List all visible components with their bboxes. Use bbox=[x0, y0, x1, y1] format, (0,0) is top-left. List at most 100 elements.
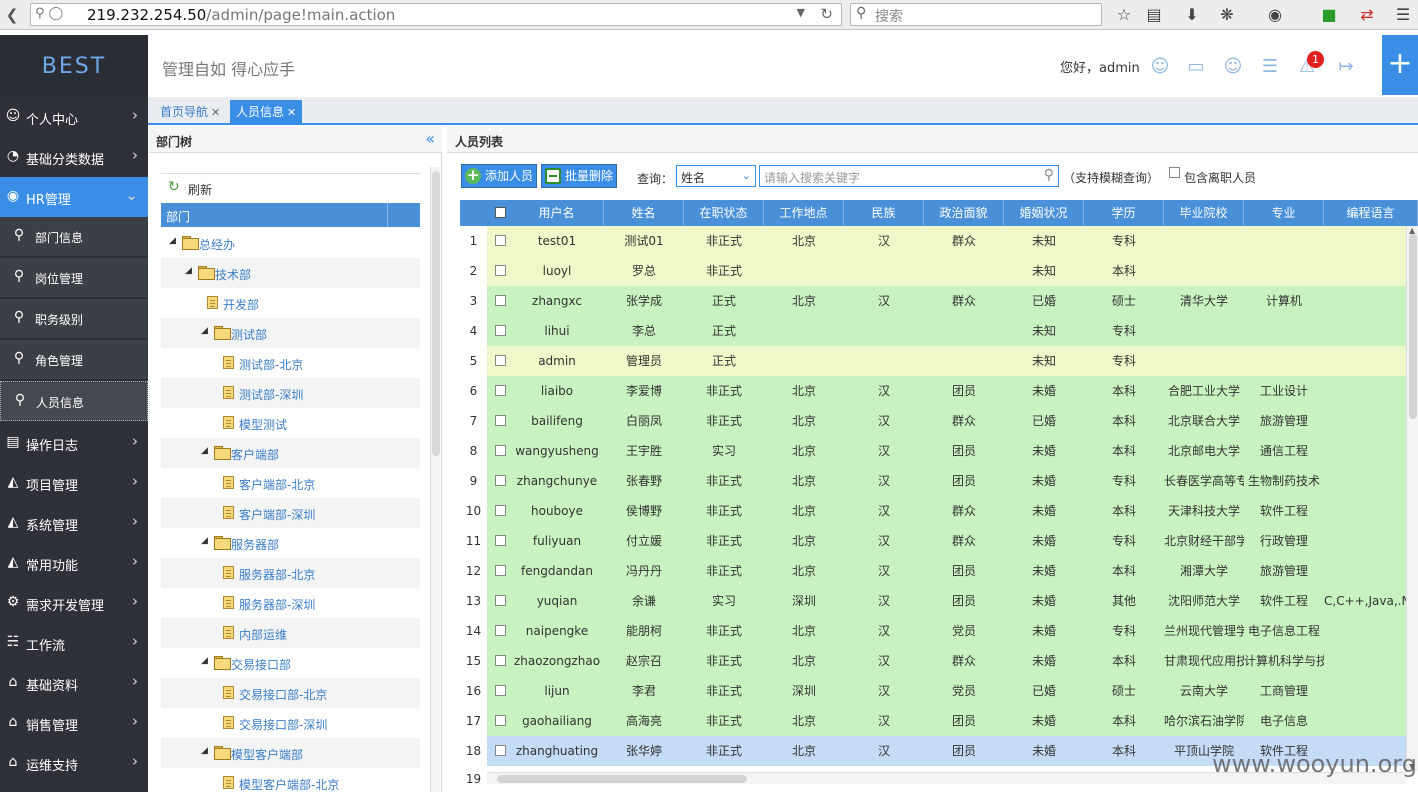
row-body[interactable]: lihui 李总 正式 未知 专科 bbox=[487, 316, 1406, 346]
tree-node[interactable]: ◢ 模型客户端部 bbox=[161, 738, 420, 768]
tab-home-nav[interactable]: 首页导航 ✕ bbox=[154, 100, 226, 125]
sidebar-item-requirement-dev[interactable]: ⚙ 需求开发管理 › bbox=[0, 583, 148, 623]
row-checkbox[interactable] bbox=[495, 475, 506, 486]
table-row[interactable]: 10 houboye 侯博野 非正式 北京 汉 群众 未婚 本科 天津科技大学 软件工程 bbox=[460, 496, 1406, 526]
row-checkbox[interactable] bbox=[495, 715, 506, 726]
tree-node[interactable]: 服务器部-深圳 bbox=[161, 588, 420, 618]
tree-node[interactable]: ◢ 客户端部 bbox=[161, 438, 420, 468]
row-checkbox[interactable] bbox=[495, 295, 506, 306]
close-icon[interactable]: ✕ bbox=[287, 106, 296, 119]
tree-node[interactable]: 模型测试 bbox=[161, 408, 420, 438]
extension-icon[interactable]: ❋ bbox=[1216, 4, 1238, 26]
row-body[interactable]: zhangchunye 张春野 非正式 北京 汉 团员 未婚 专科 长春医学高等专 生物制药技术 bbox=[487, 466, 1406, 496]
column-header[interactable]: 学历 bbox=[1084, 200, 1164, 226]
tree-node[interactable]: 客户端部-深圳 bbox=[161, 498, 420, 528]
table-row[interactable]: 15 zhaozongzhao 赵宗召 非正式 北京 汉 群众 未婚 本科 甘肃现代应用技 计算机科… bbox=[460, 646, 1406, 676]
table-row[interactable]: 1 test01 测试01 非正式 北京 汉 群众 未知 专科 bbox=[460, 226, 1406, 256]
row-body[interactable]: naipengke 能朋柯 非正式 北京 汉 党员 未婚 专科 兰州现代管理学 电子信息工程 bbox=[487, 616, 1406, 646]
row-checkbox[interactable] bbox=[495, 685, 506, 696]
sidebar-sub-item-department[interactable]: ⚲ 部门信息 bbox=[0, 217, 148, 257]
column-header[interactable]: 编程语言 bbox=[1324, 200, 1418, 226]
table-row[interactable]: 5 admin 管理员 正式 未知 专科 bbox=[460, 346, 1406, 376]
add-button[interactable]: + bbox=[1382, 35, 1418, 95]
row-checkbox[interactable] bbox=[495, 235, 506, 246]
sidebar-item-workflow[interactable]: ☵ 工作流 › bbox=[0, 623, 148, 663]
sidebar-item-operation-log[interactable]: ▤ 操作日志 › bbox=[0, 423, 148, 463]
sidebar-item-project[interactable]: ◭ 项目管理 › bbox=[0, 463, 148, 503]
row-body[interactable]: houboye 侯博野 非正式 北京 汉 群众 未婚 本科 天津科技大学 软件工程 bbox=[487, 496, 1406, 526]
column-header[interactable]: 在职状态 bbox=[684, 200, 764, 226]
table-row[interactable]: 17 gaohailiang 高海亮 非正式 北京 汉 团员 未婚 本科 哈尔滨石油学院 电子信息 bbox=[460, 706, 1406, 736]
tree-node[interactable]: 交易接口部-深圳 bbox=[161, 708, 420, 738]
row-checkbox[interactable] bbox=[495, 595, 506, 606]
sidebar-item-ops-support[interactable]: ⌂ 运维支持 › bbox=[0, 743, 148, 783]
profile-icon[interactable]: ☺ bbox=[1221, 55, 1245, 79]
clipboard-icon[interactable]: ▤ bbox=[1143, 4, 1165, 26]
search-input[interactable]: 请输入搜索关键字 ⚲ bbox=[759, 165, 1059, 187]
query-field-select[interactable]: 姓名 ⌄ bbox=[676, 165, 756, 187]
table-row[interactable]: 4 lihui 李总 正式 未知 专科 bbox=[460, 316, 1406, 346]
tree-node[interactable]: ◢ 测试部 bbox=[161, 318, 420, 348]
table-row[interactable]: 13 yuqian 余谦 实习 深圳 汉 团员 未婚 其他 沈阳师范大学 软件工程 C,C++,Jav… bbox=[460, 586, 1406, 616]
tree-node[interactable]: ◢ 总经办 bbox=[161, 228, 420, 258]
list-icon[interactable]: ☰ bbox=[1258, 55, 1282, 79]
sidebar-item-system[interactable]: ◭ 系统管理 › bbox=[0, 503, 148, 543]
scrollbar-thumb[interactable] bbox=[1409, 234, 1417, 419]
back-icon[interactable]: ❮ bbox=[2, 5, 22, 25]
tree-node[interactable]: ◢ 服务器部 bbox=[161, 528, 420, 558]
sidebar-sub-item-role[interactable]: ⚲ 角色管理 bbox=[0, 340, 148, 380]
expand-toggle-icon[interactable]: ◢ bbox=[201, 656, 208, 666]
row-checkbox[interactable] bbox=[495, 565, 506, 576]
table-row[interactable]: 7 bailifeng 白丽凤 非正式 北京 汉 群众 已婚 本科 北京联合大学 旅游管理 bbox=[460, 406, 1406, 436]
sidebar-item-basic-data[interactable]: ◔ 基础分类数据 › bbox=[0, 137, 148, 177]
refresh-button[interactable]: ↻ 刷新 bbox=[161, 173, 420, 201]
tree-node[interactable]: 内部运维 bbox=[161, 618, 420, 648]
table-row[interactable]: 6 liaibo 李爱博 非正式 北京 汉 团员 未婚 本科 合肥工业大学 工业设计 bbox=[460, 376, 1406, 406]
row-checkbox[interactable] bbox=[495, 265, 506, 276]
row-body[interactable]: lijun 李君 非正式 深圳 汉 党员 已婚 硕士 云南大学 工商管理 bbox=[487, 676, 1406, 706]
tree-node[interactable]: 开发部 bbox=[161, 288, 420, 318]
sidebar-item-common-functions[interactable]: ◭ 常用功能 › bbox=[0, 543, 148, 583]
include-resigned-checkbox[interactable] bbox=[1169, 167, 1180, 178]
column-header[interactable]: 工作地点 bbox=[764, 200, 844, 226]
row-checkbox[interactable] bbox=[495, 385, 506, 396]
expand-toggle-icon[interactable]: ◢ bbox=[201, 446, 208, 456]
search-icon[interactable]: ⚲ bbox=[1044, 167, 1054, 183]
menu-icon[interactable]: ☰ bbox=[1392, 4, 1414, 26]
add-person-button[interactable]: + 添加人员 bbox=[461, 164, 537, 188]
table-row[interactable]: 11 fuliyuan 付立媛 非正式 北京 汉 群众 未婚 专科 北京财经干部学 行政管理 bbox=[460, 526, 1406, 556]
table-row[interactable]: 8 wangyusheng 王宇胜 实习 北京 汉 团员 未婚 本科 北京邮电大学 通信工程 bbox=[460, 436, 1406, 466]
row-body[interactable]: fuliyuan 付立媛 非正式 北京 汉 群众 未婚 专科 北京财经干部学 行政管理 bbox=[487, 526, 1406, 556]
row-body[interactable]: fengdandan 冯丹丹 非正式 北京 汉 团员 未婚 本科 湘潭大学 旅游管理 bbox=[487, 556, 1406, 586]
tree-node[interactable]: ◢ 技术部 bbox=[161, 258, 420, 288]
batch-delete-button[interactable]: 批量删除 bbox=[541, 164, 617, 188]
row-checkbox[interactable] bbox=[495, 355, 506, 366]
sidebar-sub-item-personnel[interactable]: ⚲ 人员信息 bbox=[0, 381, 148, 421]
expand-toggle-icon[interactable]: ◢ bbox=[201, 536, 208, 546]
row-body[interactable]: gaohailiang 高海亮 非正式 北京 汉 团员 未婚 本科 哈尔滨石油学院 电子信息 bbox=[487, 706, 1406, 736]
sidebar-item-sales[interactable]: ⌂ 销售管理 › bbox=[0, 703, 148, 743]
tree-node[interactable]: 客户端部-北京 bbox=[161, 468, 420, 498]
sidebar-item-basic-info[interactable]: ⌂ 基础资料 › bbox=[0, 663, 148, 703]
column-header[interactable]: 用户名 bbox=[510, 200, 604, 226]
row-body[interactable]: admin 管理员 正式 未知 专科 bbox=[487, 346, 1406, 376]
row-checkbox[interactable] bbox=[495, 745, 506, 756]
row-checkbox[interactable] bbox=[495, 415, 506, 426]
globe-icon[interactable]: ◉ bbox=[1264, 4, 1286, 26]
row-checkbox[interactable] bbox=[495, 535, 506, 546]
close-icon[interactable]: ✕ bbox=[211, 106, 220, 119]
row-body[interactable]: test01 测试01 非正式 北京 汉 群众 未知 专科 bbox=[487, 226, 1406, 256]
tree-node[interactable]: 测试部-北京 bbox=[161, 348, 420, 378]
tree-node[interactable]: ◢ 交易接口部 bbox=[161, 648, 420, 678]
row-checkbox[interactable] bbox=[495, 655, 506, 666]
tree-node[interactable]: 模型客户端部-北京 bbox=[161, 768, 420, 792]
tree-node[interactable]: 测试部-深圳 bbox=[161, 378, 420, 408]
browser-search-input[interactable]: ⚲ 搜索 bbox=[850, 3, 1102, 26]
row-body[interactable]: yuqian 余谦 实习 深圳 汉 团员 未婚 其他 沈阳师范大学 软件工程 C,C++,Java,… bbox=[487, 586, 1406, 616]
column-header[interactable]: 毕业院校 bbox=[1164, 200, 1244, 226]
scrollbar-thumb[interactable] bbox=[432, 171, 440, 456]
tree-node[interactable]: 服务器部-北京 bbox=[161, 558, 420, 588]
row-checkbox[interactable] bbox=[495, 445, 506, 456]
collapse-left-icon[interactable]: « bbox=[425, 129, 435, 148]
expand-toggle-icon[interactable]: ◢ bbox=[201, 746, 208, 756]
